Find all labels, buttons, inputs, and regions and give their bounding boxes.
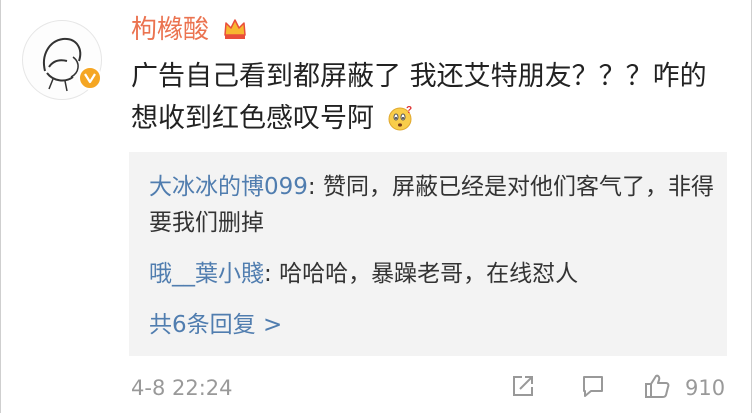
reply-author[interactable]: 哦__葉小賤 — [149, 261, 264, 287]
reply-text: 哈哈哈，暴躁老哥，在线怼人 — [279, 261, 579, 287]
comment-footer: 4-8 22:24 910 — [1, 360, 752, 413]
reply-comment-icon[interactable] — [579, 372, 607, 400]
reply-thread: 大冰冰的博099: 赞同，屏蔽已经是对他们客气了，非得要我们删掉 哦__葉小賤:… — [129, 152, 727, 356]
comment-timestamp: 4-8 22:24 — [131, 376, 233, 400]
thinking-face-icon: ? — [388, 105, 412, 131]
svg-text:?: ? — [406, 105, 412, 116]
like-thumbs-up-icon[interactable] — [643, 372, 671, 400]
reply-separator: : — [307, 174, 323, 200]
share-icon[interactable] — [509, 372, 537, 400]
like-count: 910 — [685, 376, 726, 400]
verified-badge-icon — [78, 66, 102, 90]
comment-username[interactable]: 枸橼酸 — [131, 14, 209, 46]
reply-separator: : — [264, 261, 280, 287]
comment-text: 广告自己看到都屏蔽了 我还艾特朋友？？？咋的 想收到红色感叹号阿 ? — [131, 56, 721, 140]
comment-card: 枸橼酸 广告自己看到都屏蔽了 我还艾特朋友？？？咋的 想收到红色感叹号阿 ? 大… — [0, 0, 752, 413]
crown-vip-icon[interactable] — [221, 15, 249, 43]
view-all-replies-link[interactable]: 共6条回复 > — [149, 307, 282, 343]
reply-item: 大冰冰的博099: 赞同，屏蔽已经是对他们客气了，非得要我们删掉 — [149, 169, 714, 241]
comment-body: 广告自己看到都屏蔽了 我还艾特朋友？？？咋的 想收到红色感叹号阿 — [131, 61, 707, 134]
reply-author[interactable]: 大冰冰的博099 — [149, 174, 308, 200]
reply-item: 哦__葉小賤: 哈哈哈，暴躁老哥，在线怼人 — [149, 256, 714, 292]
